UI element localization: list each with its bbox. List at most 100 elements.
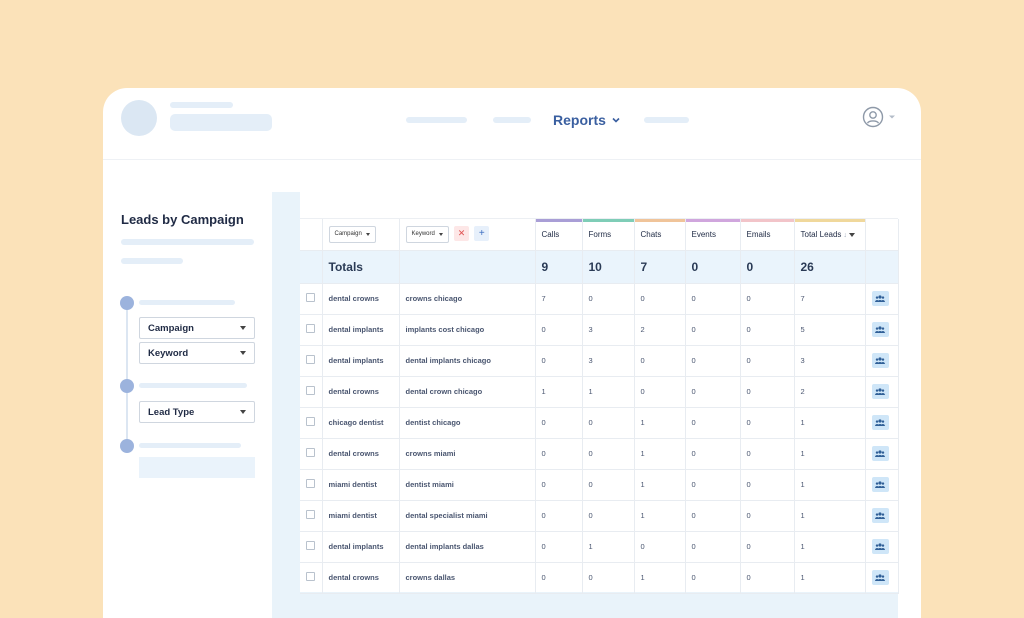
- campaign-link[interactable]: miami dentist: [322, 500, 400, 532]
- forms-value: 0: [582, 469, 635, 501]
- view-contacts-button[interactable]: [871, 322, 889, 337]
- header-select-cell: [300, 219, 323, 251]
- row-action-cell: [865, 314, 899, 346]
- header-action-cell: [865, 219, 899, 251]
- emails-value: 0: [740, 469, 795, 501]
- forms-value: 0: [582, 500, 635, 532]
- row-checkbox[interactable]: [306, 417, 315, 426]
- column-label: Events: [691, 229, 716, 239]
- events-value: 0: [685, 314, 741, 346]
- keyword-link[interactable]: implants cost chicago: [399, 314, 536, 346]
- contacts-icon: [875, 388, 885, 395]
- view-contacts-button[interactable]: [871, 539, 889, 554]
- sort-icon[interactable]: ↓: [843, 232, 847, 239]
- view-contacts-button[interactable]: [871, 446, 889, 461]
- metric-color-bar: [634, 219, 684, 222]
- table-row[interactable]: miami dentist dentist miami 0 0 1 0 0 1: [300, 469, 899, 501]
- campaign-filter-button[interactable]: Campaign: [328, 225, 376, 243]
- keyword-filter-label: Keyword: [411, 231, 435, 238]
- remove-column-button[interactable]: ✕: [454, 225, 470, 241]
- table-row[interactable]: dental implants dental implants dallas 0 1 0…: [300, 531, 899, 563]
- total-events: 0: [685, 250, 741, 284]
- keyword-link[interactable]: crowns dallas: [399, 562, 536, 594]
- keyword-link[interactable]: crowns miami: [399, 438, 536, 470]
- column-header-forms[interactable]: Forms: [582, 219, 635, 251]
- campaign-link[interactable]: dental crowns: [322, 376, 400, 408]
- table-toolbar: [300, 192, 898, 219]
- row-checkbox[interactable]: [306, 324, 315, 333]
- row-action-cell: [865, 345, 899, 377]
- campaign-select[interactable]: Campaign: [139, 317, 255, 339]
- campaign-link[interactable]: dental implants: [322, 345, 400, 377]
- keyword-link[interactable]: dental crown chicago: [399, 376, 536, 408]
- emails-value: 0: [740, 407, 795, 439]
- row-checkbox[interactable]: [306, 355, 315, 364]
- table-row[interactable]: chicago dentist dentist chicago 0 0 1 0 0 1: [300, 407, 899, 439]
- caret-down-icon: [438, 232, 443, 236]
- table-row[interactable]: miami dentist dental specialist miami 0 0 1 0…: [300, 500, 899, 532]
- emails-value: 0: [740, 345, 795, 377]
- emails-value: 0: [740, 562, 795, 594]
- column-header-events[interactable]: Events: [685, 219, 741, 251]
- row-checkbox[interactable]: [306, 479, 315, 488]
- header-keyword-cell: Keyword ✕ +: [399, 219, 536, 251]
- column-header-emails[interactable]: Emails: [740, 219, 795, 251]
- campaign-link[interactable]: dental implants: [322, 314, 400, 346]
- keyword-filter-button[interactable]: Keyword: [405, 225, 449, 243]
- add-column-button[interactable]: +: [474, 225, 490, 241]
- totals-label: Totals: [322, 250, 400, 284]
- view-contacts-button[interactable]: [871, 477, 889, 492]
- table-row[interactable]: dental crowns dental crown chicago 1 1 0 0 0 2: [300, 376, 899, 408]
- table-row[interactable]: dental implants dental implants chicago 0 3…: [300, 345, 899, 377]
- reports-menu[interactable]: Reports: [553, 110, 621, 130]
- description-placeholder-2: [121, 258, 183, 264]
- view-contacts-button[interactable]: [871, 415, 889, 430]
- keyword-link[interactable]: dental implants dallas: [399, 531, 536, 563]
- row-checkbox[interactable]: [306, 448, 315, 457]
- view-contacts-button[interactable]: [871, 353, 889, 368]
- column-header-total-leads[interactable]: Total Leads ↓: [794, 219, 866, 251]
- row-select-cell: [300, 345, 323, 377]
- table-row[interactable]: dental implants implants cost chicago 0 3 2 0…: [300, 314, 899, 346]
- campaign-link[interactable]: chicago dentist: [322, 407, 400, 439]
- total-leads-value: 1: [794, 407, 866, 439]
- leads-table: Campaign Keyword ✕ + Calls Forms Chats E…: [300, 219, 899, 594]
- nav-item-placeholder-1[interactable]: [406, 117, 467, 123]
- keyword-select[interactable]: Keyword: [139, 342, 255, 364]
- metric-color-bar: [740, 219, 793, 222]
- step-1-label-placeholder: [139, 300, 235, 305]
- step-3-input[interactable]: [139, 457, 255, 478]
- row-checkbox[interactable]: [306, 572, 315, 581]
- contacts-icon: [875, 450, 885, 457]
- row-checkbox[interactable]: [306, 510, 315, 519]
- table-row[interactable]: dental crowns crowns miami 0 0 1 0 0 1: [300, 438, 899, 470]
- keyword-link[interactable]: dentist chicago: [399, 407, 536, 439]
- total-leads-value: 7: [794, 283, 866, 315]
- row-checkbox[interactable]: [306, 386, 315, 395]
- view-contacts-button[interactable]: [871, 570, 889, 585]
- campaign-link[interactable]: miami dentist: [322, 469, 400, 501]
- column-header-calls[interactable]: Calls: [535, 219, 583, 251]
- keyword-link[interactable]: dentist miami: [399, 469, 536, 501]
- user-menu[interactable]: [862, 106, 896, 128]
- campaign-link[interactable]: dental crowns: [322, 562, 400, 594]
- view-contacts-button[interactable]: [871, 291, 889, 306]
- campaign-link[interactable]: dental crowns: [322, 283, 400, 315]
- view-contacts-button[interactable]: [871, 384, 889, 399]
- row-checkbox[interactable]: [306, 293, 315, 302]
- nav-item-placeholder-3[interactable]: [644, 117, 689, 123]
- table-row[interactable]: dental crowns crowns dallas 0 0 1 0 0 1: [300, 562, 899, 594]
- lead-type-select[interactable]: Lead Type: [139, 401, 255, 423]
- contacts-icon: [875, 357, 885, 364]
- column-header-chats[interactable]: Chats: [634, 219, 686, 251]
- campaign-link[interactable]: dental implants: [322, 531, 400, 563]
- view-contacts-button[interactable]: [871, 508, 889, 523]
- keyword-link[interactable]: dental specialist miami: [399, 500, 536, 532]
- campaign-link[interactable]: dental crowns: [322, 438, 400, 470]
- row-checkbox[interactable]: [306, 541, 315, 550]
- keyword-link[interactable]: crowns chicago: [399, 283, 536, 315]
- nav-item-placeholder-2[interactable]: [493, 117, 531, 123]
- keyword-link[interactable]: dental implants chicago: [399, 345, 536, 377]
- total-leads-value: 1: [794, 500, 866, 532]
- table-row[interactable]: dental crowns crowns chicago 7 0 0 0 0 7: [300, 283, 899, 315]
